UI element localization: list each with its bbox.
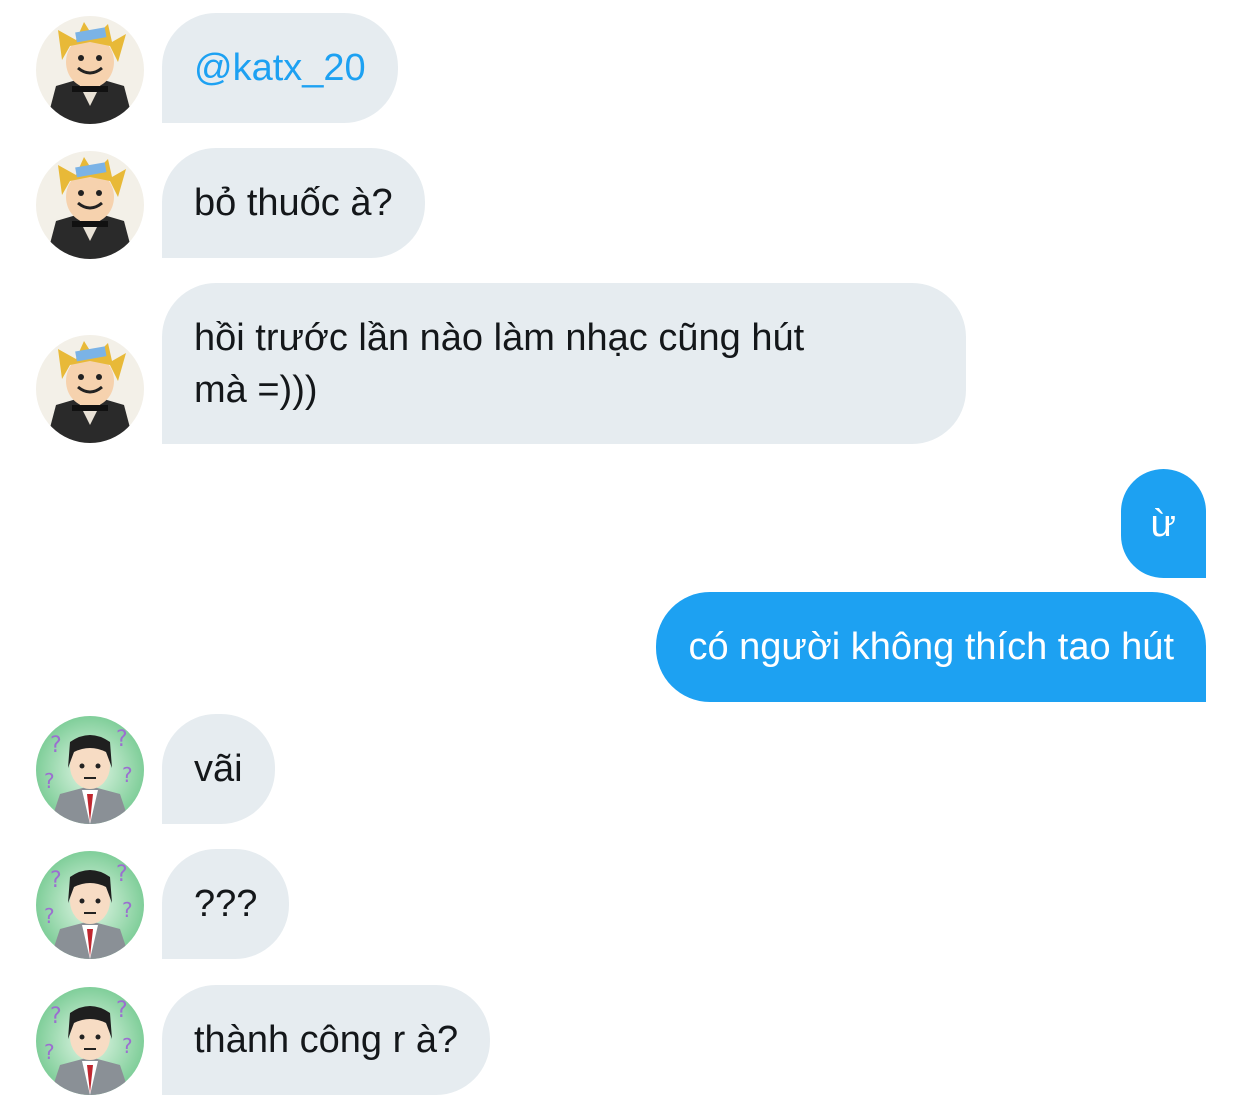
blonde-anime-avatar[interactable]: [36, 335, 144, 443]
svg-text:?: ?: [44, 1040, 55, 1064]
svg-text:?: ?: [122, 1034, 133, 1058]
svg-text:?: ?: [116, 998, 128, 1023]
blonde-anime-avatar[interactable]: [36, 151, 144, 259]
mention-link[interactable]: @katx_20: [194, 42, 366, 94]
message-text: hồi trước lần nào làm nhạc cũng hút mà =…: [194, 316, 805, 411]
message-bubble-outgoing[interactable]: ừ: [1120, 469, 1206, 578]
svg-text:?: ?: [122, 763, 133, 787]
message-text: ???: [194, 883, 258, 925]
svg-text:?: ?: [44, 904, 55, 928]
message-text: bỏ thuốc à?: [194, 182, 393, 224]
message-bubble-outgoing[interactable]: có người không thích tao hút: [656, 592, 1206, 702]
black-hair-anime-avatar[interactable]: ? ? ? ?: [36, 716, 144, 824]
message-bubble[interactable]: ???: [162, 849, 290, 959]
svg-text:?: ?: [122, 898, 133, 922]
message-text: vãi: [194, 748, 243, 790]
svg-text:?: ?: [50, 1004, 62, 1029]
message-bubble[interactable]: thành công r à?: [162, 985, 491, 1095]
message-bubble[interactable]: @katx_20: [162, 13, 398, 123]
svg-text:?: ?: [50, 868, 62, 893]
message-text: thành công r à?: [194, 1019, 459, 1061]
black-hair-anime-avatar[interactable]: ? ? ? ?: [36, 987, 144, 1095]
message-text: có người không thích tao hút: [688, 626, 1174, 668]
svg-text:?: ?: [50, 733, 62, 758]
svg-text:?: ?: [116, 862, 128, 887]
message-bubble[interactable]: bỏ thuốc à?: [162, 148, 425, 258]
svg-text:?: ?: [116, 727, 128, 752]
blonde-anime-avatar[interactable]: [36, 16, 144, 124]
black-hair-anime-avatar[interactable]: ? ? ? ?: [36, 851, 144, 959]
message-text: ừ: [1150, 502, 1176, 545]
message-bubble[interactable]: hồi trước lần nào làm nhạc cũng hút mà =…: [162, 283, 966, 444]
svg-text:?: ?: [44, 769, 55, 793]
message-bubble[interactable]: vãi: [162, 714, 275, 824]
